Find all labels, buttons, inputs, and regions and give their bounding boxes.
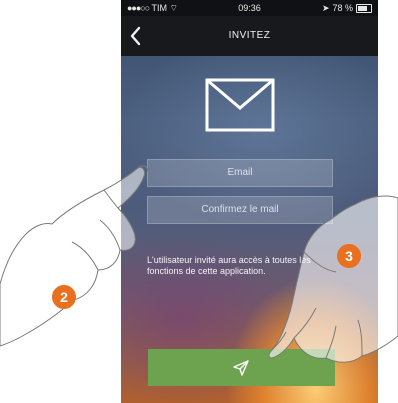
envelope-icon [205,78,275,132]
step-callout-2: 2 [52,285,76,309]
email-input[interactable]: Email [147,159,333,187]
status-right: ➤ 78 % [322,0,372,16]
status-bar: ●●●○○ TIM ⌔ 09:36 ➤ 78 % [121,0,378,16]
battery-label: 78 % [332,3,353,13]
info-text: L'utilisateur invité aura accès à toutes… [147,255,311,276]
step-callout-3: 3 [337,244,361,268]
send-button[interactable] [148,349,335,386]
battery-icon [356,3,372,13]
send-icon [233,360,249,376]
page-title: INVITEZ [228,30,271,41]
confirm-email-input[interactable]: Confirmez le mail [147,196,333,224]
nav-bar: INVITEZ [121,16,378,56]
phone-screen: ●●●○○ TIM ⌔ 09:36 ➤ 78 % INVITEZ Email C… [121,0,378,403]
location-icon: ➤ [321,3,330,13]
